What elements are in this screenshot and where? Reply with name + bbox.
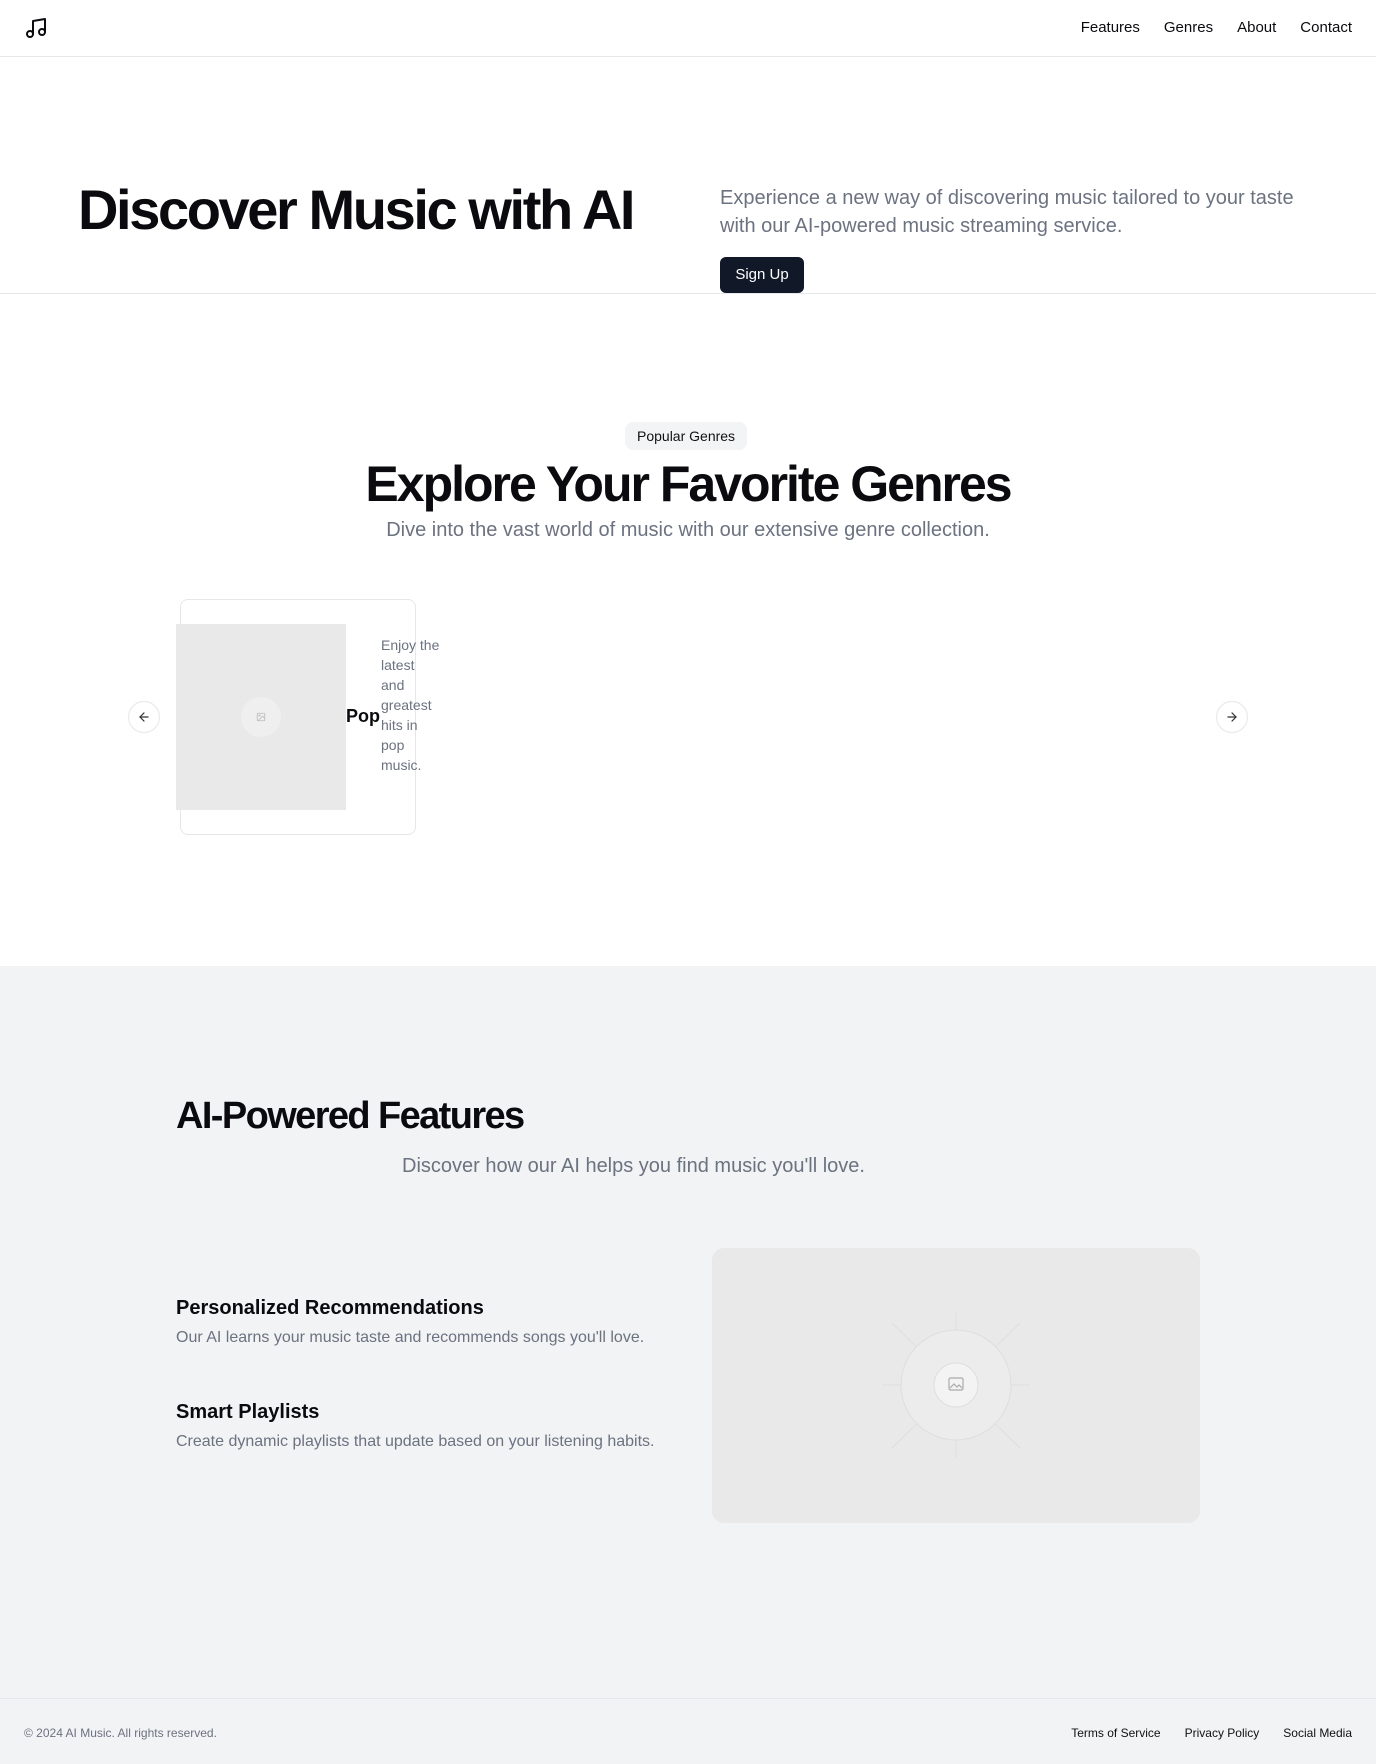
genre-card-title: Pop <box>346 706 380 726</box>
footer-link-terms[interactable]: Terms of Service <box>1071 1725 1160 1741</box>
genre-card-description: Enjoy the latest and greatest hits in po… <box>381 637 440 773</box>
music-note-icon[interactable] <box>24 16 48 40</box>
features-section: AI-Powered Features Discover how our AI … <box>0 966 1376 1698</box>
image-placeholder-icon <box>882 1313 1030 1458</box>
arrow-right-icon <box>1227 712 1237 722</box>
hero-title: Discover Music with AI <box>78 178 635 241</box>
genre-card-image <box>176 624 346 810</box>
features-title: AI-Powered Features <box>176 1095 525 1137</box>
section-badge: Popular Genres <box>625 422 748 450</box>
nav-link-features[interactable]: Features <box>1081 19 1140 37</box>
features-subtitle: Discover how our AI helps you find music… <box>402 1155 865 1177</box>
copyright-text: © 2024 AI Music. All rights reserved. <box>24 1726 217 1740</box>
site-header: Features Genres About Contact <box>0 0 1376 57</box>
nav-link-about[interactable]: About <box>1237 19 1276 37</box>
sign-up-button[interactable]: Sign Up <box>720 257 804 293</box>
feature-title: Smart Playlists <box>176 1401 320 1423</box>
carousel-prev-button[interactable] <box>128 701 160 733</box>
genres-title: Explore Your Favorite Genres <box>365 456 1012 512</box>
genres-section: Popular Genres Explore Your Favorite Gen… <box>0 294 1376 966</box>
hero-description: Experience a new way of discovering musi… <box>720 187 1294 237</box>
arrow-left-icon <box>139 712 149 722</box>
footer-link-social[interactable]: Social Media <box>1283 1725 1352 1741</box>
feature-description: Create dynamic playlists that update bas… <box>176 1433 655 1450</box>
nav-link-genres[interactable]: Genres <box>1164 19 1213 37</box>
genres-subtitle: Dive into the vast world of music with o… <box>386 519 990 541</box>
footer-link-privacy[interactable]: Privacy Policy <box>1185 1725 1260 1741</box>
main-nav: Features Genres About Contact <box>1081 19 1352 37</box>
footer-nav: Terms of Service Privacy Policy Social M… <box>1071 1725 1352 1741</box>
features-image <box>712 1248 1200 1523</box>
feature-title: Personalized Recommendations <box>176 1297 484 1319</box>
carousel-next-button[interactable] <box>1216 701 1248 733</box>
image-placeholder-icon <box>241 697 281 737</box>
nav-link-contact[interactable]: Contact <box>1300 19 1352 37</box>
feature-description: Our AI learns your music taste and recom… <box>176 1329 645 1346</box>
site-footer: © 2024 AI Music. All rights reserved. Te… <box>0 1698 1376 1764</box>
hero-section: Discover Music with AI Experience a new … <box>0 57 1376 294</box>
